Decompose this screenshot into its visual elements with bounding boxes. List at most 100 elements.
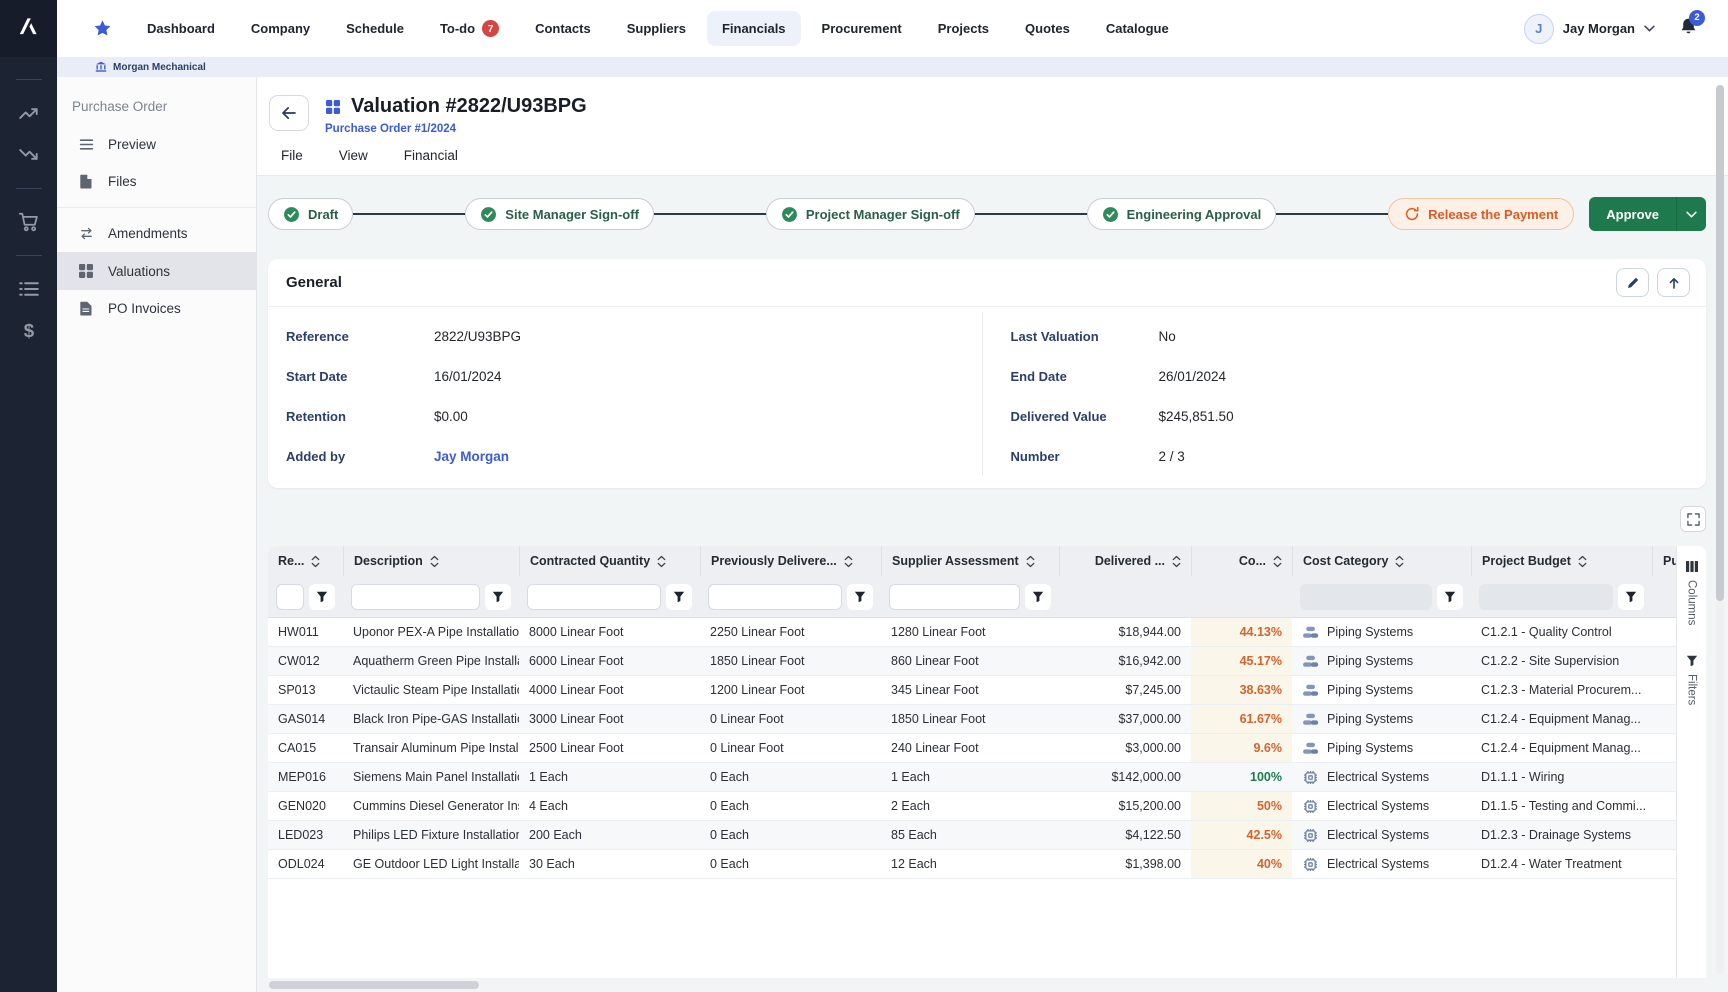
chip-icon [1302, 798, 1319, 815]
nav-item-contacts[interactable]: Contacts [520, 11, 606, 46]
cell-pu [1652, 705, 1676, 733]
table-header-previously-delivere[interactable]: Previously Delivere... [700, 546, 881, 576]
table-header-delivered[interactable]: Delivered ... [1059, 546, 1191, 576]
nav-item-schedule[interactable]: Schedule [331, 11, 419, 46]
table-header-co[interactable]: Co... [1191, 546, 1292, 576]
filters-tool[interactable]: Filters [1686, 655, 1698, 705]
collapse-button[interactable] [1657, 268, 1690, 297]
filter-input-description[interactable] [351, 584, 480, 610]
sidebar-item-po-invoices[interactable]: PO Invoices [57, 290, 256, 327]
approve-button[interactable]: Approve [1589, 197, 1676, 231]
user-menu[interactable]: J Jay Morgan [1524, 14, 1655, 44]
table-row-HW011[interactable]: HW011Uponor PEX-A Pipe Installation (800… [268, 618, 1676, 647]
filter-button-project-budget[interactable] [1618, 584, 1644, 610]
table-row-GAS014[interactable]: GAS014Black Iron Pipe-GAS Installation30… [268, 705, 1676, 734]
menu-file[interactable]: File [281, 148, 303, 163]
cell-delivered: $1,398.00 [1059, 850, 1191, 878]
table-row-CA015[interactable]: CA015Transair Aluminum Pipe Installa2500… [268, 734, 1676, 763]
rail-cart-icon[interactable] [16, 209, 42, 235]
sidebar-title: Purchase Order [57, 77, 256, 126]
nav-item-financials[interactable]: Financials [707, 11, 801, 46]
table-header-cost-category[interactable]: Cost Category [1292, 546, 1471, 576]
filter-input-supplier-assessment[interactable] [889, 584, 1020, 610]
menu-financial[interactable]: Financial [404, 148, 458, 163]
pending-refresh-icon [1404, 206, 1420, 222]
nav-item-to-do[interactable]: To-do7 [425, 10, 514, 47]
menu-view[interactable]: View [339, 148, 368, 163]
nav-item-suppliers[interactable]: Suppliers [612, 11, 701, 46]
cell-cost-category: Piping Systems [1292, 676, 1471, 704]
filter-input-contracted-quantity[interactable] [527, 584, 661, 610]
nav-item-procurement[interactable]: Procurement [807, 11, 917, 46]
release-the-payment-step[interactable]: Release the Payment [1388, 198, 1574, 230]
vertical-scrollbar[interactable] [1716, 85, 1724, 974]
nav-item-company[interactable]: Company [236, 11, 325, 46]
chip-icon [1302, 856, 1319, 873]
table-header-contracted-quantity[interactable]: Contracted Quantity [519, 546, 700, 576]
app-logo[interactable] [0, 0, 57, 57]
avatar: J [1524, 14, 1554, 44]
columns-tool[interactable]: Columns [1685, 560, 1699, 625]
filter-input-previously-delivere[interactable] [708, 584, 842, 610]
rail-dollar-icon[interactable]: $ [16, 318, 42, 344]
workflow-step-project-manager-sign-off[interactable]: Project Manager Sign-off [766, 198, 975, 230]
nav-item-dashboard[interactable]: Dashboard [132, 11, 230, 46]
table-header-re[interactable]: Re... [268, 546, 343, 576]
cell-supplier-assessment: 240 Linear Foot [881, 734, 1059, 762]
expand-table-button[interactable] [1680, 506, 1706, 532]
approve-dropdown-button[interactable] [1676, 197, 1706, 231]
logo-icon [16, 13, 42, 44]
filter-button-cost-category[interactable] [1437, 584, 1463, 610]
table-row-SP013[interactable]: SP013Victaulic Steam Pipe Installatior40… [268, 676, 1676, 705]
cell-project-budget: D1.2.4 - Water Treatment [1471, 850, 1652, 878]
cost-category-label: Piping Systems [1327, 712, 1413, 726]
cell-description: Victaulic Steam Pipe Installatior [343, 676, 519, 704]
filter-button-description[interactable] [485, 584, 511, 610]
workflow-step-site-manager-sign-off[interactable]: Site Manager Sign-off [465, 198, 654, 230]
rail-trend-down-icon[interactable] [16, 142, 42, 168]
rail-divider [16, 255, 42, 256]
favorites-star-icon[interactable] [93, 19, 112, 38]
table-header-project-budget[interactable]: Project Budget [1471, 546, 1652, 576]
table-row-LED023[interactable]: LED023Philips LED Fixture Installation o… [268, 821, 1676, 850]
table-header-supplier-assessment[interactable]: Supplier Assessment [881, 546, 1059, 576]
approve-split-button[interactable]: Approve [1589, 197, 1706, 231]
sidebar-item-preview[interactable]: Preview [57, 126, 256, 163]
table-header-description[interactable]: Description [343, 546, 519, 576]
filter-button-re[interactable] [309, 584, 335, 610]
edit-button[interactable] [1616, 268, 1649, 297]
cell-contracted: 8000 Linear Foot [519, 618, 700, 646]
cost-category-label: Piping Systems [1327, 741, 1413, 755]
filter-button-supplier-assessment[interactable] [1025, 584, 1051, 610]
nav-item-catalogue[interactable]: Catalogue [1091, 11, 1184, 46]
field-label: Delivered Value [1011, 409, 1159, 424]
workflow-step-engineering-approval[interactable]: Engineering Approval [1087, 198, 1277, 230]
filter-button-contracted-quantity[interactable] [666, 584, 692, 610]
table-header-pu[interactable]: Pu... [1652, 546, 1676, 576]
cell-supplier-assessment: 345 Linear Foot [881, 676, 1059, 704]
sidebar-item-label: Amendments [108, 226, 188, 241]
sidebar-item-amendments[interactable]: Amendments [57, 215, 256, 252]
rail-trend-up-icon[interactable] [16, 100, 42, 126]
table-row-ODL024[interactable]: ODL024GE Outdoor LED Light Installatic30… [268, 850, 1676, 879]
table-row-CW012[interactable]: CW012Aquatherm Green Pipe Installati6000… [268, 647, 1676, 676]
purchase-order-link[interactable]: Purchase Order #1/2024 [325, 123, 587, 135]
table-row-MEP016[interactable]: MEP016Siemens Main Panel Installation1 E… [268, 763, 1676, 792]
field-value-link[interactable]: Jay Morgan [434, 449, 509, 464]
back-button[interactable] [269, 95, 309, 131]
notifications-button[interactable]: 2 [1679, 17, 1698, 41]
sidebar-item-valuations[interactable]: Valuations [57, 252, 256, 290]
breadcrumb[interactable]: Morgan Mechanical [57, 57, 1728, 77]
horizontal-scrollbar[interactable] [269, 981, 479, 989]
cart-icon [18, 211, 40, 233]
table-row-GEN020[interactable]: GEN020Cummins Diesel Generator Insta4 Ea… [268, 792, 1676, 821]
workflow-step-draft[interactable]: Draft [268, 198, 353, 230]
filter-button-previously-delivere[interactable] [847, 584, 873, 610]
sidebar-item-files[interactable]: Files [57, 163, 256, 200]
nav-item-quotes[interactable]: Quotes [1010, 11, 1085, 46]
nav-item-projects[interactable]: Projects [923, 11, 1004, 46]
page-title: Valuation #2822/U93BPG [351, 95, 587, 118]
filter-input-re[interactable] [276, 584, 304, 610]
nav-item-label: Schedule [346, 21, 404, 36]
rail-list-icon[interactable] [16, 276, 42, 302]
